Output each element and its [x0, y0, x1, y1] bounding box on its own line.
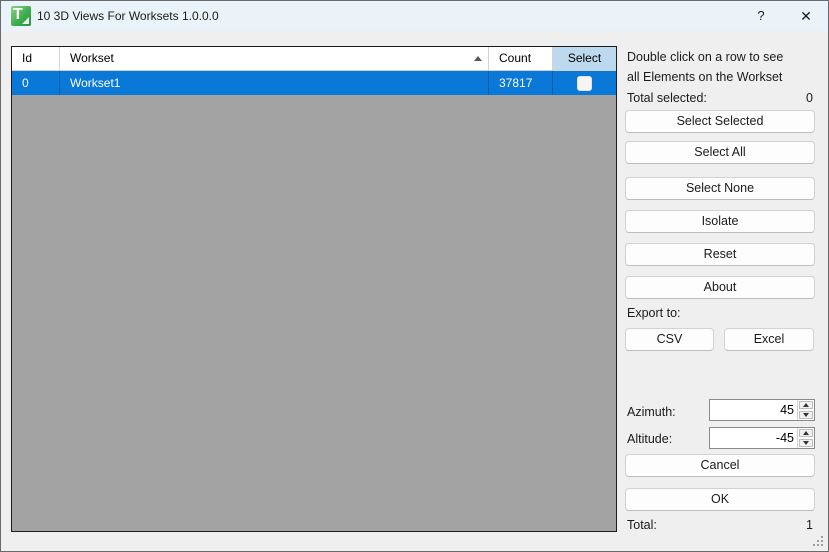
titlebar: T 10 3D Views For Worksets 1.0.0.0 ? ✕ — [1, 1, 828, 31]
app-icon-corner — [22, 17, 29, 24]
altitude-spin-up[interactable] — [799, 429, 813, 437]
azimuth-value[interactable]: 45 — [710, 400, 797, 420]
export-excel-button[interactable]: Excel — [724, 328, 814, 351]
instruction-text: Double click on a row to see all Element… — [627, 47, 815, 87]
chevron-down-icon — [803, 441, 809, 445]
cell-count: 37817 — [489, 71, 553, 95]
azimuth-spin-buttons — [797, 400, 814, 420]
dialog-window: T 10 3D Views For Worksets 1.0.0.0 ? ✕ I… — [0, 0, 829, 552]
cell-id: 0 — [12, 71, 60, 95]
chevron-down-icon — [803, 413, 809, 417]
select-none-button[interactable]: Select None — [625, 177, 815, 200]
instruction-line-1: Double click on a row to see — [627, 50, 784, 64]
altitude-label: Altitude: — [627, 432, 673, 446]
azimuth-label: Azimuth: — [627, 405, 676, 419]
altitude-value[interactable]: -45 — [710, 428, 797, 448]
reset-button[interactable]: Reset — [625, 243, 815, 266]
app-icon: T — [11, 6, 31, 26]
instruction-line-2: all Elements on the Workset — [627, 70, 783, 84]
cell-select — [553, 71, 616, 95]
total-value: 1 — [806, 518, 813, 532]
column-header-workset-label: Workset — [70, 51, 114, 65]
worksets-grid: Id Workset Count Select 0 Workset1 37817 — [11, 46, 617, 532]
select-all-button[interactable]: Select All — [625, 141, 815, 164]
isolate-button[interactable]: Isolate — [625, 210, 815, 233]
azimuth-stepper[interactable]: 45 — [709, 399, 815, 421]
column-header-count[interactable]: Count — [489, 47, 553, 71]
column-header-id[interactable]: Id — [12, 47, 60, 71]
row-select-checkbox[interactable] — [577, 75, 592, 91]
total-selected-row: Total selected: 0 — [627, 91, 813, 107]
altitude-spin-buttons — [797, 428, 814, 448]
export-to-label: Export to: — [627, 306, 681, 320]
export-csv-button[interactable]: CSV — [625, 328, 714, 351]
altitude-stepper[interactable]: -45 — [709, 427, 815, 449]
chevron-up-icon — [803, 431, 809, 435]
altitude-spin-down[interactable] — [799, 439, 813, 447]
sort-ascending-icon — [474, 56, 482, 61]
window-title: 10 3D Views For Worksets 1.0.0.0 — [37, 9, 219, 23]
chevron-up-icon — [803, 403, 809, 407]
total-selected-value: 0 — [806, 91, 813, 105]
grid-header: Id Workset Count Select — [12, 47, 616, 71]
select-selected-button[interactable]: Select Selected — [625, 110, 815, 133]
azimuth-spin-down[interactable] — [799, 411, 813, 419]
table-row[interactable]: 0 Workset1 37817 — [12, 71, 616, 95]
resize-grip[interactable] — [812, 535, 825, 548]
help-button[interactable]: ? — [745, 1, 777, 31]
about-button[interactable]: About — [625, 276, 815, 299]
azimuth-spin-up[interactable] — [799, 401, 813, 409]
close-icon[interactable]: ✕ — [790, 1, 822, 31]
column-header-workset[interactable]: Workset — [60, 47, 489, 71]
total-label: Total: — [627, 518, 657, 532]
total-selected-label: Total selected: — [627, 91, 707, 105]
total-row: Total: 1 — [627, 518, 813, 534]
ok-button[interactable]: OK — [625, 488, 815, 511]
column-header-select[interactable]: Select — [553, 47, 616, 71]
cancel-button[interactable]: Cancel — [625, 454, 815, 477]
cell-workset: Workset1 — [60, 71, 489, 95]
